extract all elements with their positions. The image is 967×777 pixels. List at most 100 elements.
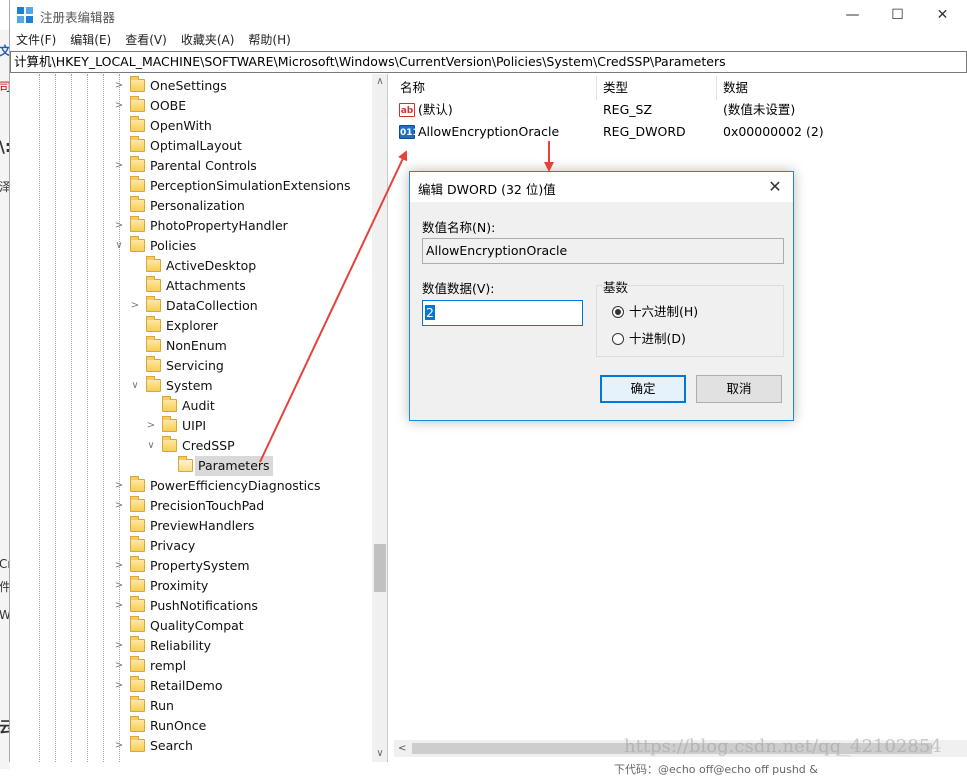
folder-icon <box>130 536 145 552</box>
regedit-icon <box>17 7 33 23</box>
menu-help[interactable]: 帮助(H) <box>241 30 297 50</box>
tree-item-label: PreviewHandlers <box>150 518 255 533</box>
minimize-button[interactable]: — <box>830 0 875 30</box>
tree-item[interactable]: QualityCompat <box>10 616 370 636</box>
tree-item-label: Run <box>150 698 174 713</box>
dialog-title: 编辑 DWORD (32 位)值 <box>418 182 556 197</box>
tree-item[interactable]: OptimalLayout <box>10 136 370 156</box>
dialog-title-bar[interactable]: 编辑 DWORD (32 位)值 ✕ <box>410 172 793 202</box>
address-bar[interactable]: 计算机\HKEY_LOCAL_MACHINE\SOFTWARE\Microsof… <box>10 51 967 73</box>
tree-item[interactable]: ActiveDesktop <box>10 256 370 276</box>
expand-arrow-icon[interactable]: > <box>113 596 125 616</box>
column-header-data[interactable]: 数据 <box>717 76 957 100</box>
tree-item[interactable]: > OneSettings <box>10 76 370 96</box>
expand-arrow-icon[interactable]: > <box>113 636 125 656</box>
scroll-up-arrow-icon[interactable]: ∧ <box>372 74 387 90</box>
tree-item[interactable]: Personalization <box>10 196 370 216</box>
expand-arrow-icon[interactable]: > <box>113 656 125 676</box>
tree-item[interactable]: > rempl <box>10 656 370 676</box>
tree-item[interactable]: Attachments <box>10 276 370 296</box>
expand-arrow-icon[interactable]: > <box>113 496 125 516</box>
value-row[interactable]: 011 AllowEncryptionOracle REG_DWORD 0x00… <box>394 121 954 143</box>
tree-item-label: Policies <box>150 238 197 253</box>
tree-item[interactable]: > PhotoPropertyHandler <box>10 216 370 236</box>
tree-item[interactable]: > Search <box>10 736 370 756</box>
expand-arrow-icon[interactable]: > <box>113 216 125 236</box>
value-row[interactable]: ab (默认) REG_SZ (数值未设置) <box>394 99 954 121</box>
folder-icon <box>130 696 145 712</box>
collapse-arrow-icon[interactable]: ∨ <box>145 436 157 456</box>
tree-item[interactable]: RunOnce <box>10 716 370 736</box>
dialog-close-icon[interactable]: ✕ <box>761 174 789 200</box>
tree-item[interactable]: Privacy <box>10 536 370 556</box>
tree-item[interactable]: > PropertySystem <box>10 556 370 576</box>
expand-arrow-icon[interactable]: > <box>113 736 125 756</box>
folder-icon <box>146 376 161 392</box>
collapse-arrow-icon[interactable]: ∨ <box>129 376 141 396</box>
expand-arrow-icon[interactable]: > <box>113 556 125 576</box>
tree-item[interactable]: > OOBE <box>10 96 370 116</box>
expand-arrow-icon[interactable]: > <box>145 416 157 436</box>
maximize-button[interactable]: ☐ <box>875 0 920 30</box>
folder-icon <box>130 196 145 212</box>
menu-edit[interactable]: 编辑(E) <box>63 30 118 50</box>
scroll-thumb[interactable] <box>374 544 386 592</box>
expand-arrow-icon[interactable]: > <box>113 76 125 96</box>
tree-item[interactable]: > PushNotifications <box>10 596 370 616</box>
tree-item[interactable]: > PowerEfficiencyDiagnostics <box>10 476 370 496</box>
scroll-down-arrow-icon[interactable]: ∨ <box>372 746 387 762</box>
tree-item-label: Parameters <box>195 456 273 476</box>
expand-arrow-icon[interactable]: > <box>113 576 125 596</box>
tree-item[interactable]: Servicing <box>10 356 370 376</box>
tree-item-label: System <box>166 378 213 393</box>
cancel-button[interactable]: 取消 <box>696 375 782 403</box>
tree-vertical-scrollbar[interactable]: ∧ ∨ <box>372 74 387 762</box>
tree-item[interactable]: Audit <box>10 396 370 416</box>
expand-arrow-icon[interactable]: > <box>129 296 141 316</box>
expand-arrow-icon[interactable]: > <box>113 676 125 696</box>
tree-item-label: rempl <box>150 658 187 673</box>
value-data-input[interactable]: 2 <box>422 300 583 326</box>
binary-value-icon: 011 <box>399 125 419 139</box>
close-button[interactable]: ✕ <box>920 0 965 30</box>
folder-icon <box>162 396 177 412</box>
value-type: REG_DWORD <box>603 124 686 139</box>
menu-file[interactable]: 文件(F) <box>10 30 63 50</box>
tree-item-label: Privacy <box>150 538 196 553</box>
tree-item[interactable]: > RetailDemo <box>10 676 370 696</box>
tree-item[interactable]: > PrecisionTouchPad <box>10 496 370 516</box>
tree-item[interactable]: Explorer <box>10 316 370 336</box>
tree-item[interactable]: Parameters <box>10 456 370 476</box>
scroll-left-arrow-icon[interactable]: < <box>398 740 406 757</box>
tree-item[interactable]: > Proximity <box>10 576 370 596</box>
tree-item-label: Explorer <box>166 318 219 333</box>
column-header-type[interactable]: 类型 <box>597 76 717 100</box>
folder-icon <box>146 336 161 352</box>
expand-arrow-icon[interactable]: > <box>113 156 125 176</box>
tree-item[interactable]: > UIPI <box>10 416 370 436</box>
tree-item-label: Reliability <box>150 638 212 653</box>
tree-item[interactable]: Run <box>10 696 370 716</box>
collapse-arrow-icon[interactable]: ∨ <box>113 236 125 256</box>
tree-item[interactable]: ∨ CredSSP <box>10 436 370 456</box>
column-header-name[interactable]: 名称 <box>394 76 597 100</box>
folder-icon <box>146 356 161 372</box>
menu-bar: 文件(F) 编辑(E) 查看(V) 收藏夹(A) 帮助(H) <box>10 30 967 50</box>
title-bar[interactable]: 注册表编辑器 — ☐ ✕ <box>10 0 967 30</box>
tree-item[interactable]: OpenWith <box>10 116 370 136</box>
tree-item[interactable]: ∨ System <box>10 376 370 396</box>
tree-item[interactable]: PreviewHandlers <box>10 516 370 536</box>
expand-arrow-icon[interactable]: > <box>113 476 125 496</box>
tree-item[interactable]: ∨ Policies <box>10 236 370 256</box>
radio-hex-label: 十六进制(H) <box>629 304 699 319</box>
tree-item[interactable]: PerceptionSimulationExtensions <box>10 176 370 196</box>
tree-item[interactable]: > Reliability <box>10 636 370 656</box>
tree-item[interactable]: NonEnum <box>10 336 370 356</box>
ok-button[interactable]: 确定 <box>600 375 686 403</box>
menu-view[interactable]: 查看(V) <box>118 30 174 50</box>
tree-item[interactable]: > DataCollection <box>10 296 370 316</box>
tree-item-label: QualityCompat <box>150 618 244 633</box>
expand-arrow-icon[interactable]: > <box>113 96 125 116</box>
menu-favorites[interactable]: 收藏夹(A) <box>174 30 242 50</box>
tree-item[interactable]: > Parental Controls <box>10 156 370 176</box>
